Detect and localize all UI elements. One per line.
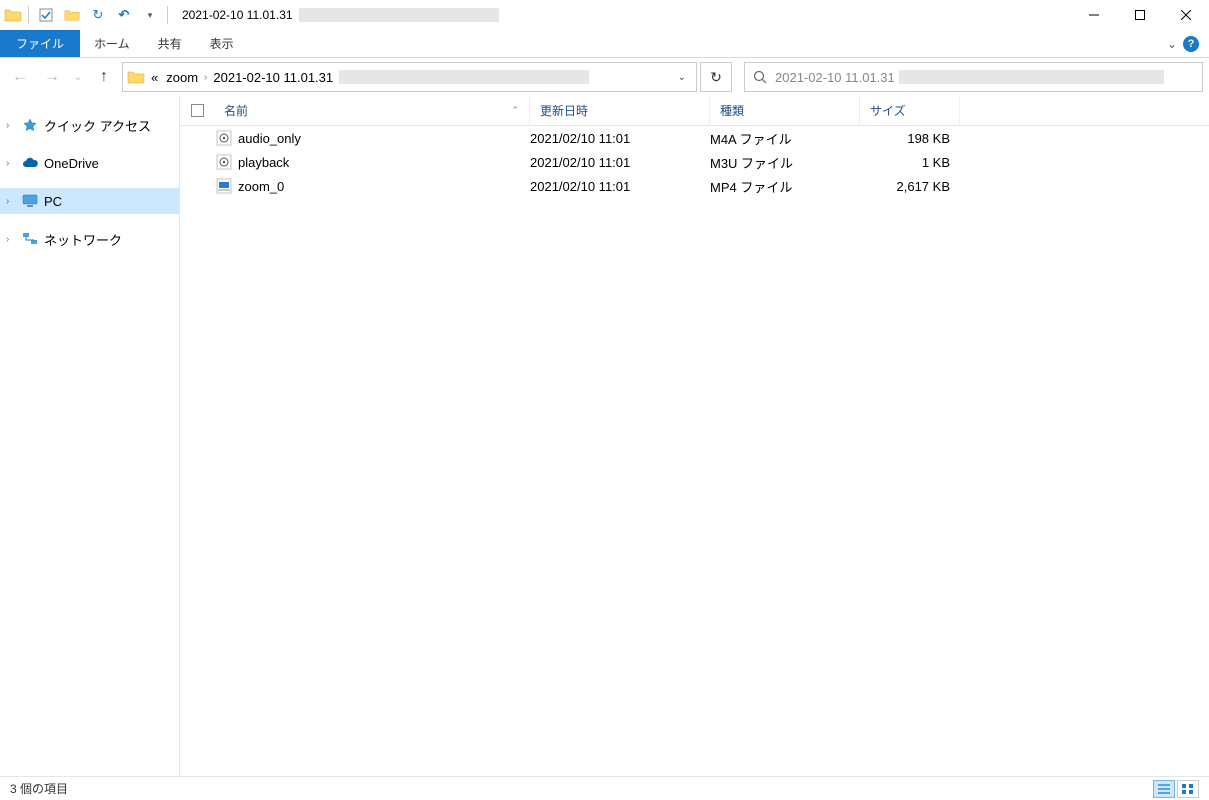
search-box[interactable]: 2021-02-10 11.01.31: [744, 62, 1203, 92]
network-icon: [22, 231, 38, 247]
tab-view[interactable]: 表示: [196, 30, 248, 57]
file-size: 1 KB: [860, 155, 960, 170]
sidebar-label: クイック アクセス: [44, 116, 151, 135]
back-button[interactable]: ←: [6, 63, 34, 91]
file-icon: [216, 154, 232, 170]
address-bar[interactable]: « zoom › 2021-02-10 11.01.31 ⌄: [122, 62, 697, 92]
header-size-label: サイズ: [870, 102, 906, 119]
header-name-label: 名前: [224, 102, 248, 119]
window-title-text: 2021-02-10 11.01.31: [182, 8, 293, 22]
up-button[interactable]: ↑: [90, 63, 118, 91]
file-list: 名前 ⌃ 更新日時 種類 サイズ audio_only 2021/02/10 11…: [180, 96, 1209, 776]
header-date-label: 更新日時: [540, 102, 588, 119]
header-size[interactable]: サイズ: [860, 96, 960, 125]
file-icon: [216, 130, 232, 146]
file-name: zoom_0: [238, 179, 284, 194]
chevron-right-icon[interactable]: ›: [6, 158, 16, 169]
close-button[interactable]: [1163, 0, 1209, 30]
breadcrumb-seg1[interactable]: zoom: [166, 70, 198, 85]
new-folder-icon[interactable]: [61, 4, 83, 26]
header-name[interactable]: 名前 ⌃: [214, 96, 530, 125]
tab-home[interactable]: ホーム: [80, 30, 144, 57]
refresh-button[interactable]: ↻: [700, 62, 732, 92]
sidebar-item-pc[interactable]: › PC: [0, 188, 179, 214]
file-row[interactable]: playback 2021/02/10 11:01M3U ファイル1 KB: [180, 150, 1209, 174]
file-icon: [216, 178, 232, 194]
sidebar-label: ネットワーク: [44, 230, 122, 249]
header-checkbox[interactable]: [180, 104, 214, 117]
file-date: 2021/02/10 11:01: [530, 179, 710, 194]
details-view-button[interactable]: [1153, 780, 1175, 798]
breadcrumb-sep-icon[interactable]: ›: [204, 72, 207, 83]
column-headers: 名前 ⌃ 更新日時 種類 サイズ: [180, 96, 1209, 126]
ribbon-right: ⌄ ?: [1167, 30, 1209, 57]
file-row[interactable]: audio_only 2021/02/10 11:01M4A ファイル198 KB: [180, 126, 1209, 150]
file-date: 2021/02/10 11:01: [530, 131, 710, 146]
file-name: audio_only: [238, 131, 301, 146]
window-title: 2021-02-10 11.01.31: [182, 8, 499, 22]
sidebar-label: OneDrive: [44, 156, 99, 171]
file-size: 2,617 KB: [860, 179, 960, 194]
pc-icon: [22, 193, 38, 209]
search-icon: [753, 70, 767, 84]
breadcrumb-seg2[interactable]: 2021-02-10 11.01.31: [213, 70, 333, 85]
search-placeholder: 2021-02-10 11.01.31: [775, 70, 1164, 85]
separator: [167, 6, 168, 24]
minimize-button[interactable]: [1071, 0, 1117, 30]
item-count: 3 個の項目: [10, 780, 68, 797]
sidebar-label: PC: [44, 194, 62, 209]
file-rows: audio_only2021/02/10 11:01M4A ファイル198 KB…: [180, 126, 1209, 198]
header-type[interactable]: 種類: [710, 96, 860, 125]
sidebar-item-quick-access[interactable]: › クイック アクセス: [0, 112, 179, 138]
file-type: M4A ファイル: [710, 129, 860, 148]
recent-locations-dropdown[interactable]: ⌄: [70, 63, 86, 91]
undo-icon[interactable]: ↶: [113, 4, 135, 26]
main-area: › クイック アクセス › OneDrive › PC ›: [0, 96, 1209, 776]
navigation-pane: › クイック アクセス › OneDrive › PC ›: [0, 96, 180, 776]
forward-button[interactable]: →: [38, 63, 66, 91]
navigation-bar: ← → ⌄ ↑ « zoom › 2021-02-10 11.01.31 ⌄ ↻…: [0, 58, 1209, 96]
customize-qat-dropdown[interactable]: ▾: [139, 4, 161, 26]
sort-asc-icon: ⌃: [511, 105, 519, 116]
header-type-label: 種類: [720, 102, 744, 119]
file-date: 2021/02/10 11:01: [530, 155, 710, 170]
chevron-right-icon[interactable]: ›: [6, 120, 16, 131]
header-date[interactable]: 更新日時: [530, 96, 710, 125]
maximize-button[interactable]: [1117, 0, 1163, 30]
search-redaction: [899, 70, 1164, 84]
window-controls: [1071, 0, 1209, 30]
help-icon[interactable]: ?: [1183, 36, 1199, 52]
quick-access-toolbar: ↻ ↶ ▾: [0, 4, 174, 26]
file-row[interactable]: zoom_0 2021/02/10 11:01MP4 ファイル2,617 KB: [180, 174, 1209, 198]
title-redaction: [299, 8, 499, 22]
breadcrumb-prefix: «: [151, 70, 158, 85]
sidebar-item-onedrive[interactable]: › OneDrive: [0, 150, 179, 176]
search-placeholder-text: 2021-02-10 11.01.31: [775, 70, 895, 85]
address-dropdown-icon[interactable]: ⌄: [672, 72, 692, 83]
properties-checkbox-icon[interactable]: [35, 4, 57, 26]
chevron-right-icon[interactable]: ›: [6, 196, 16, 207]
icons-view-button[interactable]: [1177, 780, 1199, 798]
ribbon-tabs: ファイル ホーム 共有 表示 ⌄ ?: [0, 30, 1209, 58]
view-switcher: [1153, 780, 1199, 798]
collapse-ribbon-icon[interactable]: ⌄: [1167, 37, 1177, 51]
file-type: MP4 ファイル: [710, 177, 860, 196]
folder-icon: [127, 68, 145, 86]
tab-file[interactable]: ファイル: [0, 30, 80, 57]
file-name: playback: [238, 155, 289, 170]
chevron-right-icon[interactable]: ›: [6, 234, 16, 245]
star-icon: [22, 117, 38, 133]
file-size: 198 KB: [860, 131, 960, 146]
breadcrumb[interactable]: « zoom › 2021-02-10 11.01.31: [151, 70, 589, 85]
tab-share[interactable]: 共有: [144, 30, 196, 57]
redo-icon[interactable]: ↻: [87, 4, 109, 26]
breadcrumb-redaction: [339, 70, 589, 84]
status-bar: 3 個の項目: [0, 776, 1209, 800]
titlebar: ↻ ↶ ▾ 2021-02-10 11.01.31: [0, 0, 1209, 30]
sidebar-item-network[interactable]: › ネットワーク: [0, 226, 179, 252]
separator: [28, 6, 29, 24]
cloud-icon: [22, 155, 38, 171]
folder-icon: [4, 6, 22, 24]
file-type: M3U ファイル: [710, 153, 860, 172]
